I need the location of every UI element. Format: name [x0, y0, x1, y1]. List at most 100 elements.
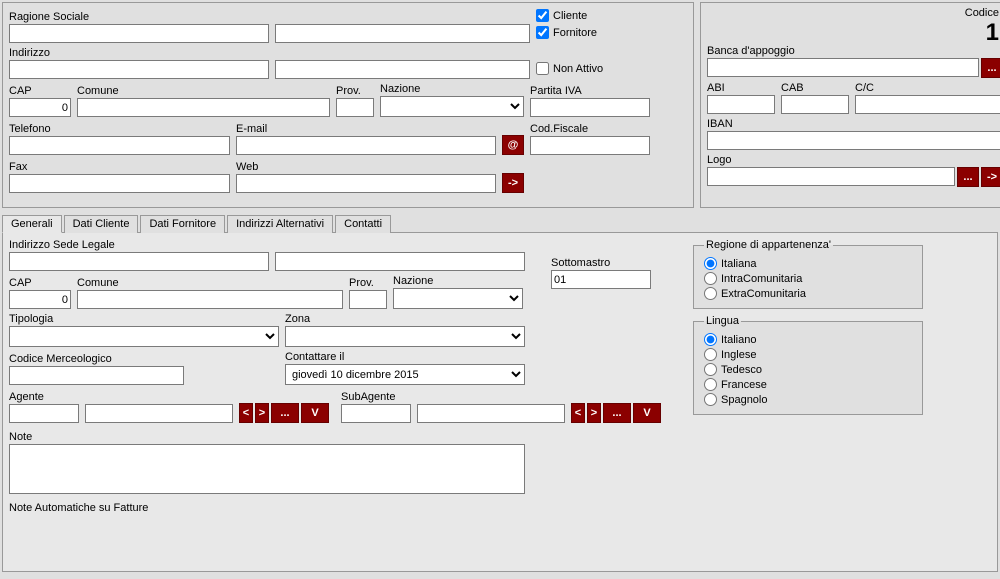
- logo-go-button[interactable]: ->: [981, 167, 1000, 187]
- lingua-spagnolo-label: Spagnolo: [721, 394, 768, 406]
- cod-merc-label: Codice Merceologico: [9, 353, 184, 365]
- contattare-label: Contattare il: [285, 351, 525, 363]
- regione-fieldset: Regione di appartenenza' Italiana IntraC…: [693, 239, 923, 309]
- ragione-sociale-1-input[interactable]: [9, 24, 269, 43]
- non-attivo-checkbox[interactable]: [536, 62, 549, 75]
- main-panel-right: Codice 1 Banca d'appoggio ... ABI CAB: [700, 2, 1000, 208]
- lingua-italiano-radio[interactable]: [704, 333, 717, 346]
- lingua-fieldset: Lingua Italiano Inglese Tedesco Francese…: [693, 315, 923, 415]
- gen-cap-input[interactable]: [9, 290, 71, 309]
- lingua-tedesco-radio[interactable]: [704, 363, 717, 376]
- cap-input[interactable]: [9, 98, 71, 117]
- regione-intra-radio[interactable]: [704, 272, 717, 285]
- cod-merc-input[interactable]: [9, 366, 184, 385]
- tab-panel-generali: Indirizzo Sede Legale CAP Comune: [2, 232, 998, 572]
- tab-dati-fornitore[interactable]: Dati Fornitore: [140, 215, 225, 233]
- gen-cap-label: CAP: [9, 277, 71, 289]
- prov-input[interactable]: [336, 98, 374, 117]
- ragione-sociale-label: Ragione Sociale: [9, 11, 269, 23]
- main-panel-left: Ragione Sociale Cliente Fornitore: [2, 2, 694, 208]
- nazione-label: Nazione: [380, 83, 524, 95]
- banca-lookup-button[interactable]: ...: [981, 58, 1000, 78]
- cab-input[interactable]: [781, 95, 849, 114]
- regione-extra-radio[interactable]: [704, 287, 717, 300]
- tipologia-select[interactable]: [9, 326, 279, 347]
- abi-input[interactable]: [707, 95, 775, 114]
- nazione-select[interactable]: [380, 96, 524, 117]
- agente-code-input[interactable]: [9, 404, 79, 423]
- web-label: Web: [236, 161, 496, 173]
- cc-input[interactable]: [855, 95, 1000, 114]
- agente-view-button[interactable]: V: [301, 403, 329, 423]
- note-textarea[interactable]: [9, 444, 525, 494]
- non-attivo-label: Non Attivo: [553, 63, 603, 75]
- lingua-inglese-label: Inglese: [721, 349, 756, 361]
- telefono-input[interactable]: [9, 136, 230, 155]
- sede-legale-1-input[interactable]: [9, 252, 269, 271]
- subagente-code-input[interactable]: [341, 404, 411, 423]
- lingua-tedesco-label: Tedesco: [721, 364, 762, 376]
- iban-input[interactable]: [707, 131, 1000, 150]
- ragione-sociale-2-input[interactable]: [275, 24, 530, 43]
- gen-comune-label: Comune: [77, 277, 343, 289]
- logo-browse-button[interactable]: ...: [957, 167, 979, 187]
- lingua-inglese-radio[interactable]: [704, 348, 717, 361]
- agente-next-button[interactable]: >: [255, 403, 269, 423]
- email-at-button[interactable]: @: [502, 135, 524, 155]
- comune-input[interactable]: [77, 98, 330, 117]
- sottomastro-label: Sottomastro: [551, 257, 651, 269]
- agente-prev-button[interactable]: <: [239, 403, 253, 423]
- codice-label: Codice: [965, 7, 999, 19]
- sede-legale-2-input[interactable]: [275, 252, 525, 271]
- indirizzo-label: Indirizzo: [9, 47, 269, 59]
- regione-italiana-radio[interactable]: [704, 257, 717, 270]
- tab-dati-cliente[interactable]: Dati Cliente: [64, 215, 139, 233]
- cc-label: C/C: [855, 82, 1000, 94]
- telefono-label: Telefono: [9, 123, 230, 135]
- banca-input[interactable]: [707, 58, 979, 77]
- gen-prov-label: Prov.: [349, 277, 387, 289]
- partita-iva-label: Partita IVA: [530, 85, 650, 97]
- tab-generali[interactable]: Generali: [2, 215, 62, 233]
- subagente-name-input[interactable]: [417, 404, 565, 423]
- web-input[interactable]: [236, 174, 496, 193]
- agente-lookup-button[interactable]: ...: [271, 403, 299, 423]
- agente-label: Agente: [9, 391, 79, 403]
- partita-iva-input[interactable]: [530, 98, 650, 117]
- cliente-checkbox[interactable]: [536, 9, 549, 22]
- subagente-label: SubAgente: [341, 391, 411, 403]
- lingua-italiano-label: Italiano: [721, 334, 756, 346]
- email-input[interactable]: [236, 136, 496, 155]
- abi-label: ABI: [707, 82, 775, 94]
- regione-extra-label: ExtraComunitaria: [721, 288, 806, 300]
- web-go-button[interactable]: ->: [502, 173, 524, 193]
- cap-label: CAP: [9, 85, 71, 97]
- contattare-select[interactable]: giovedì 10 dicembre 2015: [285, 364, 525, 385]
- fornitore-checkbox[interactable]: [536, 26, 549, 39]
- cod-fiscale-input[interactable]: [530, 136, 650, 155]
- fornitore-label: Fornitore: [553, 27, 597, 39]
- lingua-legend: Lingua: [704, 315, 741, 327]
- logo-input[interactable]: [707, 167, 955, 186]
- gen-nazione-select[interactable]: [393, 288, 523, 309]
- fax-input[interactable]: [9, 174, 230, 193]
- tab-contatti[interactable]: Contatti: [335, 215, 391, 233]
- cab-label: CAB: [781, 82, 849, 94]
- indirizzo-2-input[interactable]: [275, 60, 530, 79]
- lingua-spagnolo-radio[interactable]: [704, 393, 717, 406]
- prov-label: Prov.: [336, 85, 374, 97]
- cliente-label: Cliente: [553, 10, 587, 22]
- zona-select[interactable]: [285, 326, 525, 347]
- sottomastro-input[interactable]: [551, 270, 651, 289]
- iban-label: IBAN: [707, 118, 1000, 130]
- tipologia-label: Tipologia: [9, 313, 279, 325]
- note-label: Note: [9, 431, 525, 443]
- agente-name-input[interactable]: [85, 404, 233, 423]
- tab-indirizzi-alternativi[interactable]: Indirizzi Alternativi: [227, 215, 333, 233]
- email-label: E-mail: [236, 123, 496, 135]
- lingua-francese-radio[interactable]: [704, 378, 717, 391]
- gen-comune-input[interactable]: [77, 290, 343, 309]
- indirizzo-1-input[interactable]: [9, 60, 269, 79]
- gen-prov-input[interactable]: [349, 290, 387, 309]
- tab-strip: Generali Dati Cliente Dati Fornitore Ind…: [2, 214, 998, 232]
